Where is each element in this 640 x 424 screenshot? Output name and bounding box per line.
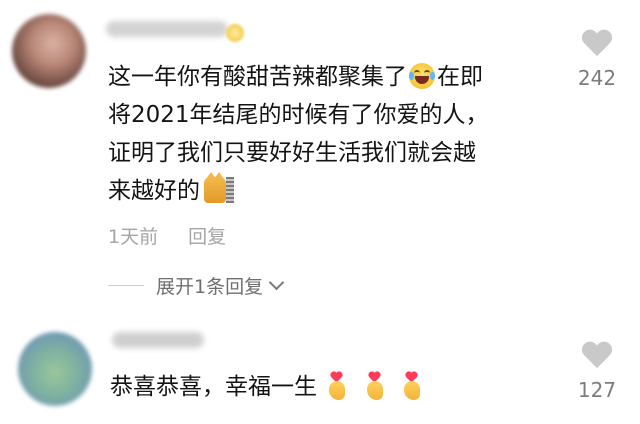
- comment-text-content: 恭喜恭喜，幸福一生: [110, 374, 317, 400]
- laughing-crying-emoji-icon: [409, 62, 435, 89]
- cat-emoji-icon: [204, 171, 234, 203]
- comment-meta: 1天前 回复: [108, 222, 250, 249]
- like-count: 127: [577, 378, 617, 402]
- badge-icon: [226, 24, 244, 42]
- comment-line-4-text: 来越好的: [108, 178, 200, 204]
- comment-text[interactable]: 这一年你有酸甜苦辣都聚集了 在即 将2021年结尾的时候有了你爱的人， 证明了我们…: [108, 58, 548, 210]
- comment-text[interactable]: 恭喜恭喜，幸福一生: [110, 368, 530, 406]
- comment-line-1-part-a: 这一年你有酸甜苦辣都聚集了: [108, 64, 407, 90]
- username[interactable]: [112, 332, 204, 348]
- like-count: 242: [577, 66, 617, 90]
- comment-1: 这一年你有酸甜苦辣都聚集了 在即 将2021年结尾的时候有了你爱的人， 证明了我们…: [0, 0, 640, 298]
- comment-line-4: 来越好的: [108, 171, 548, 210]
- comment-line-1: 这一年你有酸甜苦辣都聚集了 在即: [108, 58, 548, 96]
- expand-replies-button[interactable]: 展开1条回复: [108, 272, 285, 298]
- finger-heart-emoji-icon: [326, 372, 348, 400]
- avatar[interactable]: [12, 14, 86, 88]
- username[interactable]: [106, 21, 228, 37]
- like-button[interactable]: 242: [572, 30, 622, 90]
- heart-icon[interactable]: [581, 342, 613, 370]
- finger-heart-emoji-icon: [401, 372, 423, 400]
- comment-time: 1天前: [108, 226, 159, 248]
- divider-line: [108, 284, 144, 286]
- comment-line-2: 将2021年结尾的时候有了你爱的人，: [108, 102, 489, 128]
- comment-line-3: 证明了我们只要好好生活我们就会越: [108, 140, 476, 166]
- comment-line-1-part-b: 在即: [437, 64, 483, 90]
- chevron-down-icon: [268, 274, 285, 290]
- expand-replies-label: 展开1条回复: [156, 275, 264, 298]
- heart-icon[interactable]: [581, 30, 613, 58]
- comment-2: 恭喜恭喜，幸福一生 127: [0, 320, 640, 424]
- like-button[interactable]: 127: [572, 342, 622, 402]
- finger-heart-emoji-icon: [364, 372, 386, 400]
- reply-button[interactable]: 回复: [188, 226, 226, 248]
- avatar[interactable]: [18, 332, 92, 406]
